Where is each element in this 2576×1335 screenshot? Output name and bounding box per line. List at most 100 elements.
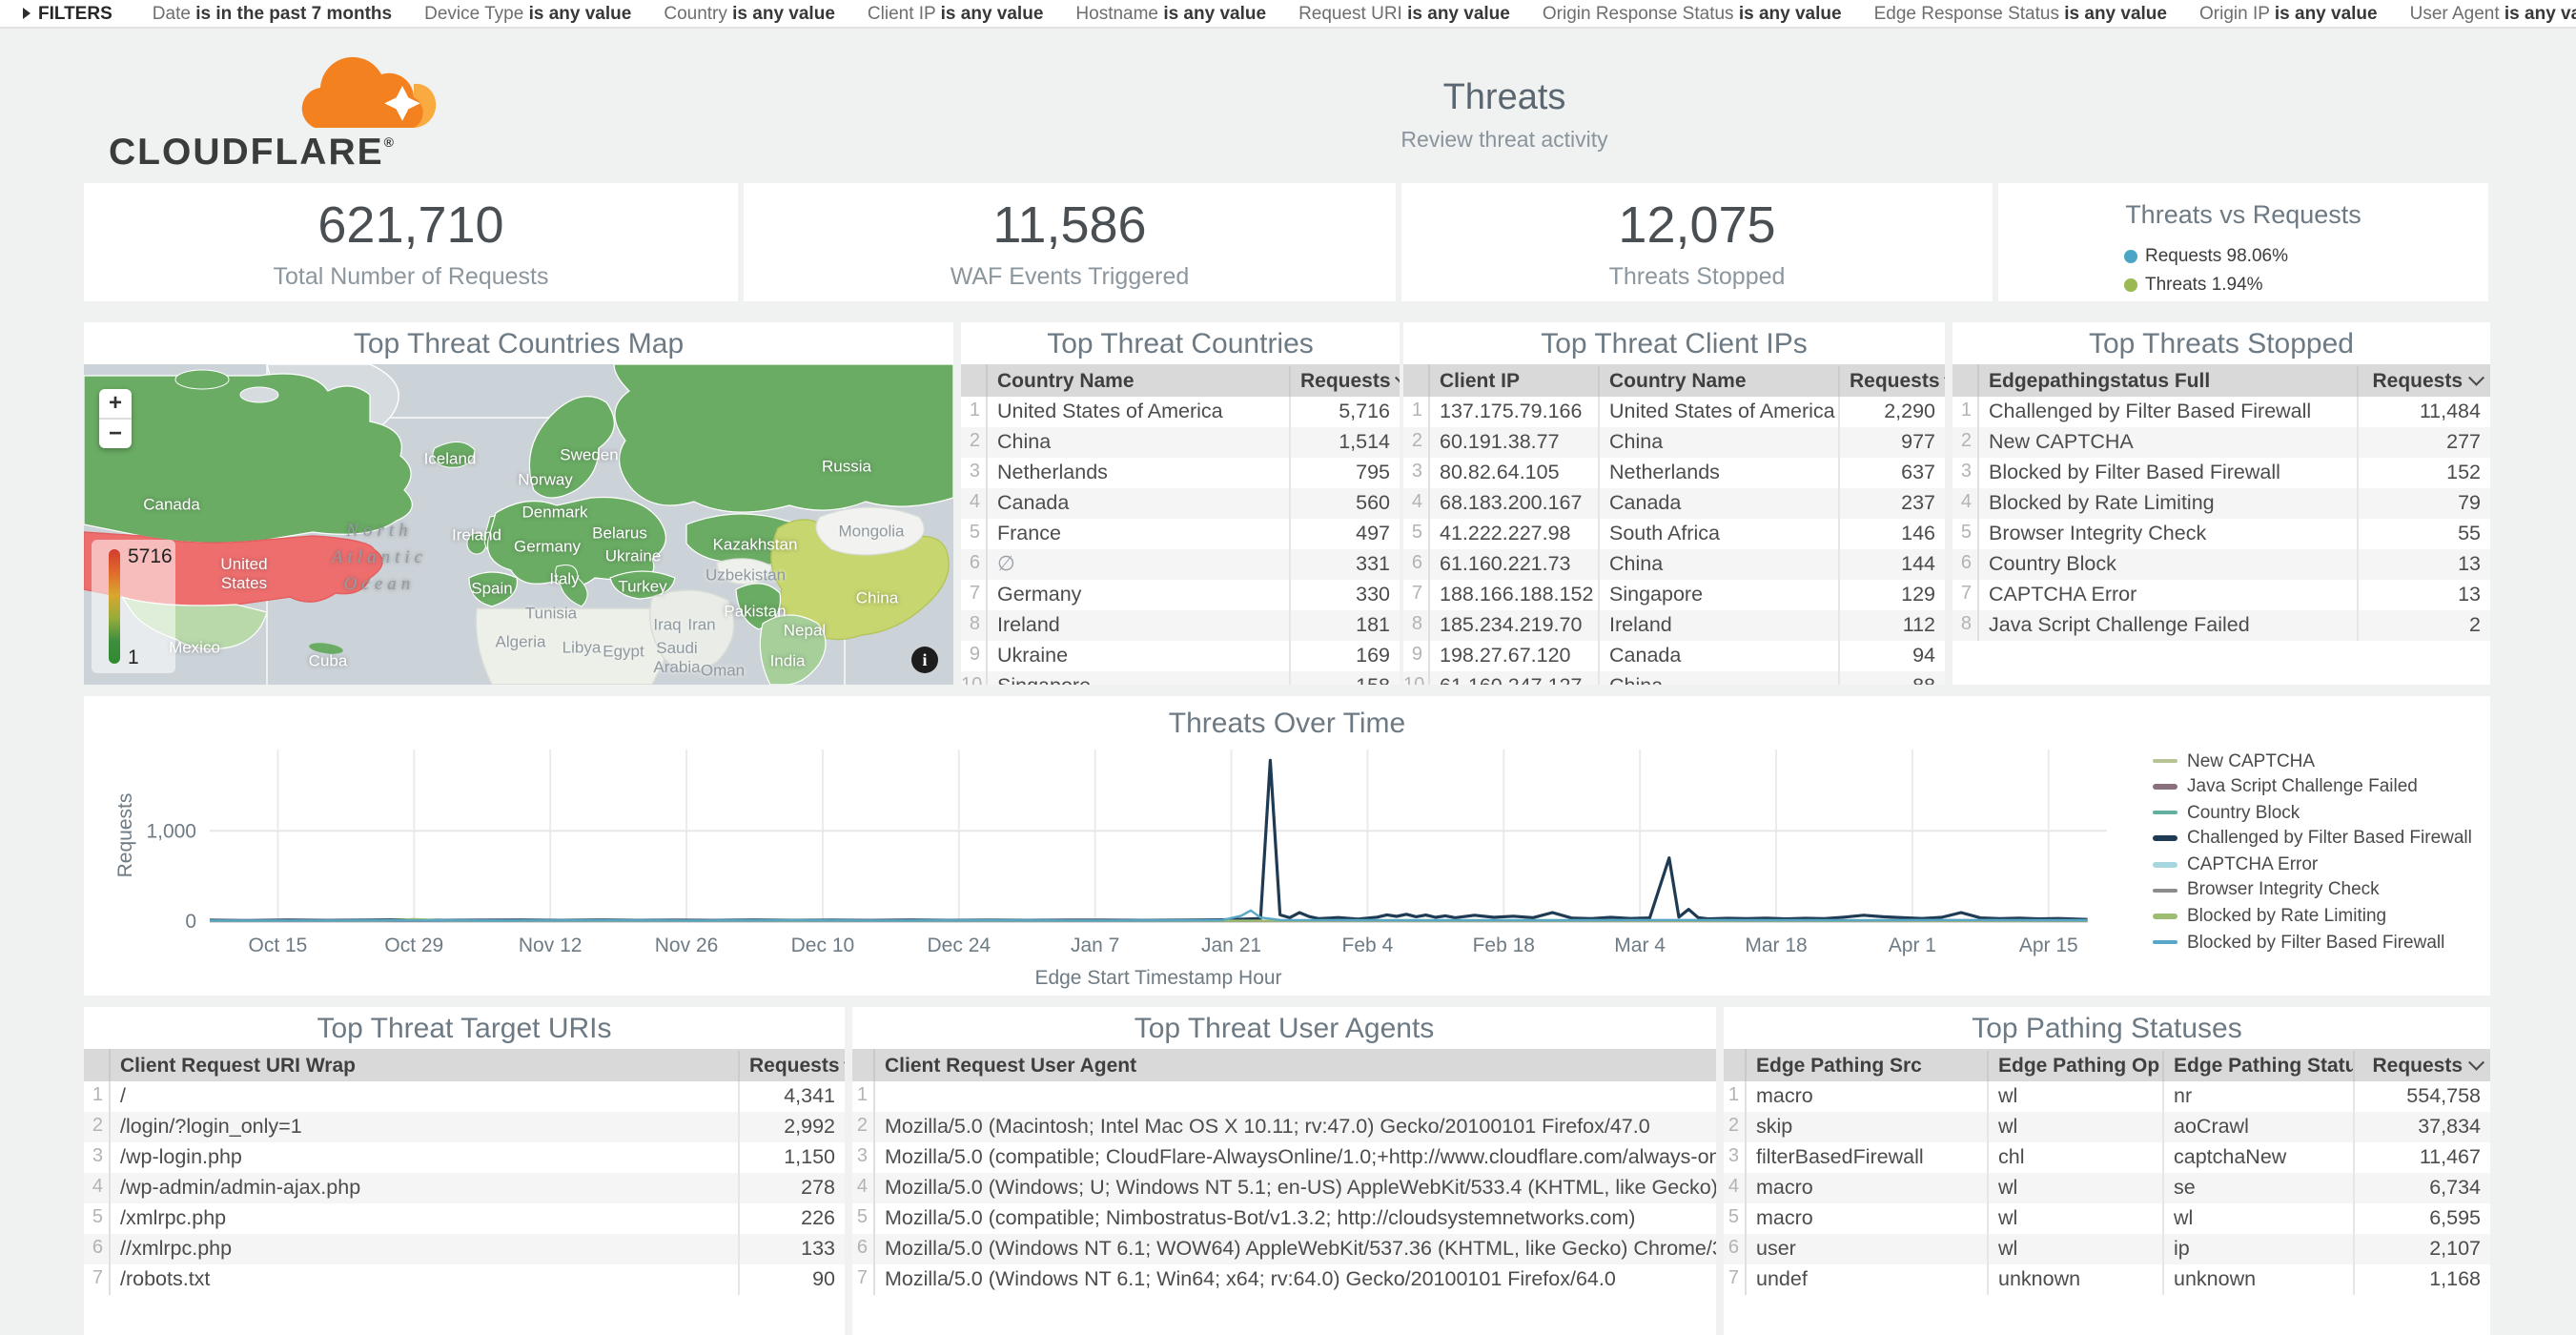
column-header-client-request-user-agent[interactable]: Client Request User Agent xyxy=(875,1050,1716,1080)
table-row[interactable]: 4macrowlse6,734 xyxy=(1724,1173,2490,1203)
filter-item-origin-ip[interactable]: Origin IP is any value xyxy=(2199,3,2378,24)
map-zoom-out-button[interactable]: − xyxy=(99,418,132,448)
table-row[interactable]: 1United States of America5,716 xyxy=(961,397,1400,427)
filter-item-country[interactable]: Country is any value xyxy=(664,3,835,24)
table-row[interactable]: 7CAPTCHA Error13 xyxy=(1952,580,2490,610)
table-row[interactable]: 7188.166.188.152Singapore129 xyxy=(1403,580,1945,610)
map-zoom-in-button[interactable]: + xyxy=(99,389,132,418)
table-row[interactable]: 380.82.64.105Netherlands637 xyxy=(1403,458,1945,488)
cloudflare-threats-dashboard: FILTERS Date is in the past 7 months Devi… xyxy=(0,0,2576,1335)
table-row[interactable]: 9Ukraine169 xyxy=(961,641,1400,671)
table-row[interactable]: 3Blocked by Filter Based Firewall152 xyxy=(1952,458,2490,488)
table-row[interactable]: 4Mozilla/5.0 (Windows; U; Windows NT 5.1… xyxy=(852,1173,1716,1203)
chart-legend-item[interactable]: Browser Integrity Check xyxy=(2153,881,2472,900)
table-row[interactable]: 661.160.221.73China144 xyxy=(1403,549,1945,580)
table-cell: 185.234.219.70 xyxy=(1430,610,1598,641)
map-info-icon[interactable]: i xyxy=(911,647,938,673)
country-shape-ireland[interactable] xyxy=(467,533,486,554)
table-row[interactable]: 2New CAPTCHA277 xyxy=(1952,427,2490,458)
table-row[interactable]: 3/wp-login.php1,150 xyxy=(84,1142,845,1173)
row-index: 5 xyxy=(852,1203,875,1234)
world-map[interactable]: CanadaUnited StatesMexicoCubaIcelandNorw… xyxy=(84,364,953,685)
table-row[interactable]: 5Mozilla/5.0 (compatible; Nimbostratus-B… xyxy=(852,1203,1716,1234)
table-row[interactable]: 2/login/?login_only=12,992 xyxy=(84,1112,845,1142)
svg-text:Feb 18: Feb 18 xyxy=(1473,934,1535,956)
column-header-client-ip[interactable]: Client IP xyxy=(1430,365,1598,396)
table-row[interactable]: 6//xmlrpc.php133 xyxy=(84,1234,845,1264)
table-row[interactable]: 1macrowlnr554,758 xyxy=(1724,1081,2490,1112)
table-row[interactable]: 1Challenged by Filter Based Firewall11,4… xyxy=(1952,397,2490,427)
table-cell: Germany xyxy=(988,580,1289,610)
table-row[interactable]: 8185.234.219.70Ireland112 xyxy=(1403,610,1945,641)
column-header-edgepathingstatus-full[interactable]: Edgepathingstatus Full xyxy=(1979,365,2357,396)
chart-legend-item[interactable]: New CAPTCHA xyxy=(2153,751,2472,770)
chart-legend-item[interactable]: CAPTCHA Error xyxy=(2153,855,2472,874)
row-index: 4 xyxy=(852,1173,875,1203)
column-header-edge-pathing-status[interactable]: Edge Pathing Status xyxy=(2162,1050,2353,1080)
chart-legend-item[interactable]: Country Block xyxy=(2153,803,2472,822)
column-header-country-name[interactable]: Country Name xyxy=(988,365,1289,396)
table-row[interactable]: 6Mozilla/5.0 (Windows NT 6.1; WOW64) App… xyxy=(852,1234,1716,1264)
table-row[interactable]: 8Ireland181 xyxy=(961,610,1400,641)
country-shape-russia[interactable] xyxy=(614,364,953,512)
table-row[interactable]: 6userwlip2,107 xyxy=(1724,1234,2490,1264)
filter-item-origin-response-status[interactable]: Origin Response Status is any value xyxy=(1543,3,1842,24)
column-header-requests[interactable]: Requests xyxy=(1289,365,1400,396)
filter-item-hostname[interactable]: Hostname is any value xyxy=(1075,3,1266,24)
table-cell: wl xyxy=(1987,1081,2162,1112)
column-header-edge-pathing-src[interactable]: Edge Pathing Src xyxy=(1747,1050,1987,1080)
table-row[interactable]: 5macrowlwl6,595 xyxy=(1724,1203,2490,1234)
table-row[interactable]: 5Browser Integrity Check55 xyxy=(1952,519,2490,549)
table-row[interactable]: 2Mozilla/5.0 (Macintosh; Intel Mac OS X … xyxy=(852,1112,1716,1142)
table-row[interactable]: 7Mozilla/5.0 (Windows NT 6.1; Win64; x64… xyxy=(852,1264,1716,1295)
table-row[interactable]: 2skipwlaoCrawl37,834 xyxy=(1724,1112,2490,1142)
table-row[interactable]: 7Germany330 xyxy=(961,580,1400,610)
table-row[interactable]: 8Java Script Challenge Failed2 xyxy=(1952,610,2490,641)
table-row[interactable]: 5France497 xyxy=(961,519,1400,549)
table-row[interactable]: 5/xmlrpc.php226 xyxy=(84,1203,845,1234)
column-header-country-name[interactable]: Country Name xyxy=(1598,365,1838,396)
table-row[interactable]: 6Country Block13 xyxy=(1952,549,2490,580)
table-row[interactable]: 10Singapore158 xyxy=(961,671,1400,685)
table-row[interactable]: 3filterBasedFirewallchlcaptchaNew11,467 xyxy=(1724,1142,2490,1173)
filter-item-device-type[interactable]: Device Type is any value xyxy=(424,3,631,24)
table-row[interactable]: 3Mozilla/5.0 (compatible; CloudFlare-Alw… xyxy=(852,1142,1716,1173)
filter-item-date[interactable]: Date is in the past 7 months xyxy=(153,3,392,24)
chart-legend-item[interactable]: Challenged by Filter Based Firewall xyxy=(2153,830,2472,849)
country-shape-iceland[interactable] xyxy=(433,442,475,467)
column-header-requests[interactable]: Requests xyxy=(2357,365,2490,396)
column-header-requests[interactable]: Requests xyxy=(738,1050,845,1080)
chart-legend-item[interactable]: Blocked by Filter Based Firewall xyxy=(2153,933,2472,952)
table-row[interactable]: 1/4,341 xyxy=(84,1081,845,1112)
column-header-client-request-uri-wrap[interactable]: Client Request URI Wrap xyxy=(111,1050,738,1080)
table-row[interactable]: 260.191.38.77China977 xyxy=(1403,427,1945,458)
row-index: 5 xyxy=(84,1203,111,1234)
table-row[interactable]: 4/wp-admin/admin-ajax.php278 xyxy=(84,1173,845,1203)
filters-toggle[interactable]: FILTERS xyxy=(23,3,112,24)
chart-legend-item[interactable]: Java Script Challenge Failed xyxy=(2153,777,2472,796)
table-cell: 277 xyxy=(2357,427,2490,458)
stat-value: 621,710 xyxy=(84,196,738,256)
table-row[interactable]: 7undefunknownunknown1,168 xyxy=(1724,1264,2490,1295)
table-row[interactable]: 541.222.227.98South Africa146 xyxy=(1403,519,1945,549)
filter-item-client-ip[interactable]: Client IP is any value xyxy=(868,3,1044,24)
filter-item-edge-response-status[interactable]: Edge Response Status is any value xyxy=(1874,3,2167,24)
column-header-requests[interactable]: Requests xyxy=(1838,365,1945,396)
table-row[interactable]: 3Netherlands795 xyxy=(961,458,1400,488)
table-row[interactable]: 4Blocked by Rate Limiting79 xyxy=(1952,488,2490,519)
table-row[interactable]: 9198.27.67.120Canada94 xyxy=(1403,641,1945,671)
table-row[interactable]: 2China1,514 xyxy=(961,427,1400,458)
column-header-requests[interactable]: Requests xyxy=(2353,1050,2490,1080)
table-row[interactable]: 6∅331 xyxy=(961,549,1400,580)
column-header-edge-pathing-op[interactable]: Edge Pathing Op xyxy=(1987,1050,2162,1080)
chart-legend-item[interactable]: Blocked by Rate Limiting xyxy=(2153,907,2472,926)
table-row[interactable]: 1061.160.247.127China88 xyxy=(1403,671,1945,685)
table-row[interactable]: 1 xyxy=(852,1081,1716,1112)
table-row[interactable]: 468.183.200.167Canada237 xyxy=(1403,488,1945,519)
table-row[interactable]: 7/robots.txt90 xyxy=(84,1264,845,1295)
filter-item-user-agent[interactable]: User Agent is any value xyxy=(2410,3,2576,24)
table-header: Edge Pathing SrcEdge Pathing OpEdge Path… xyxy=(1724,1049,2490,1081)
table-row[interactable]: 1137.175.79.166United States of America2… xyxy=(1403,397,1945,427)
table-row[interactable]: 4Canada560 xyxy=(961,488,1400,519)
filter-item-request-uri[interactable]: Request URI is any value xyxy=(1298,3,1510,24)
